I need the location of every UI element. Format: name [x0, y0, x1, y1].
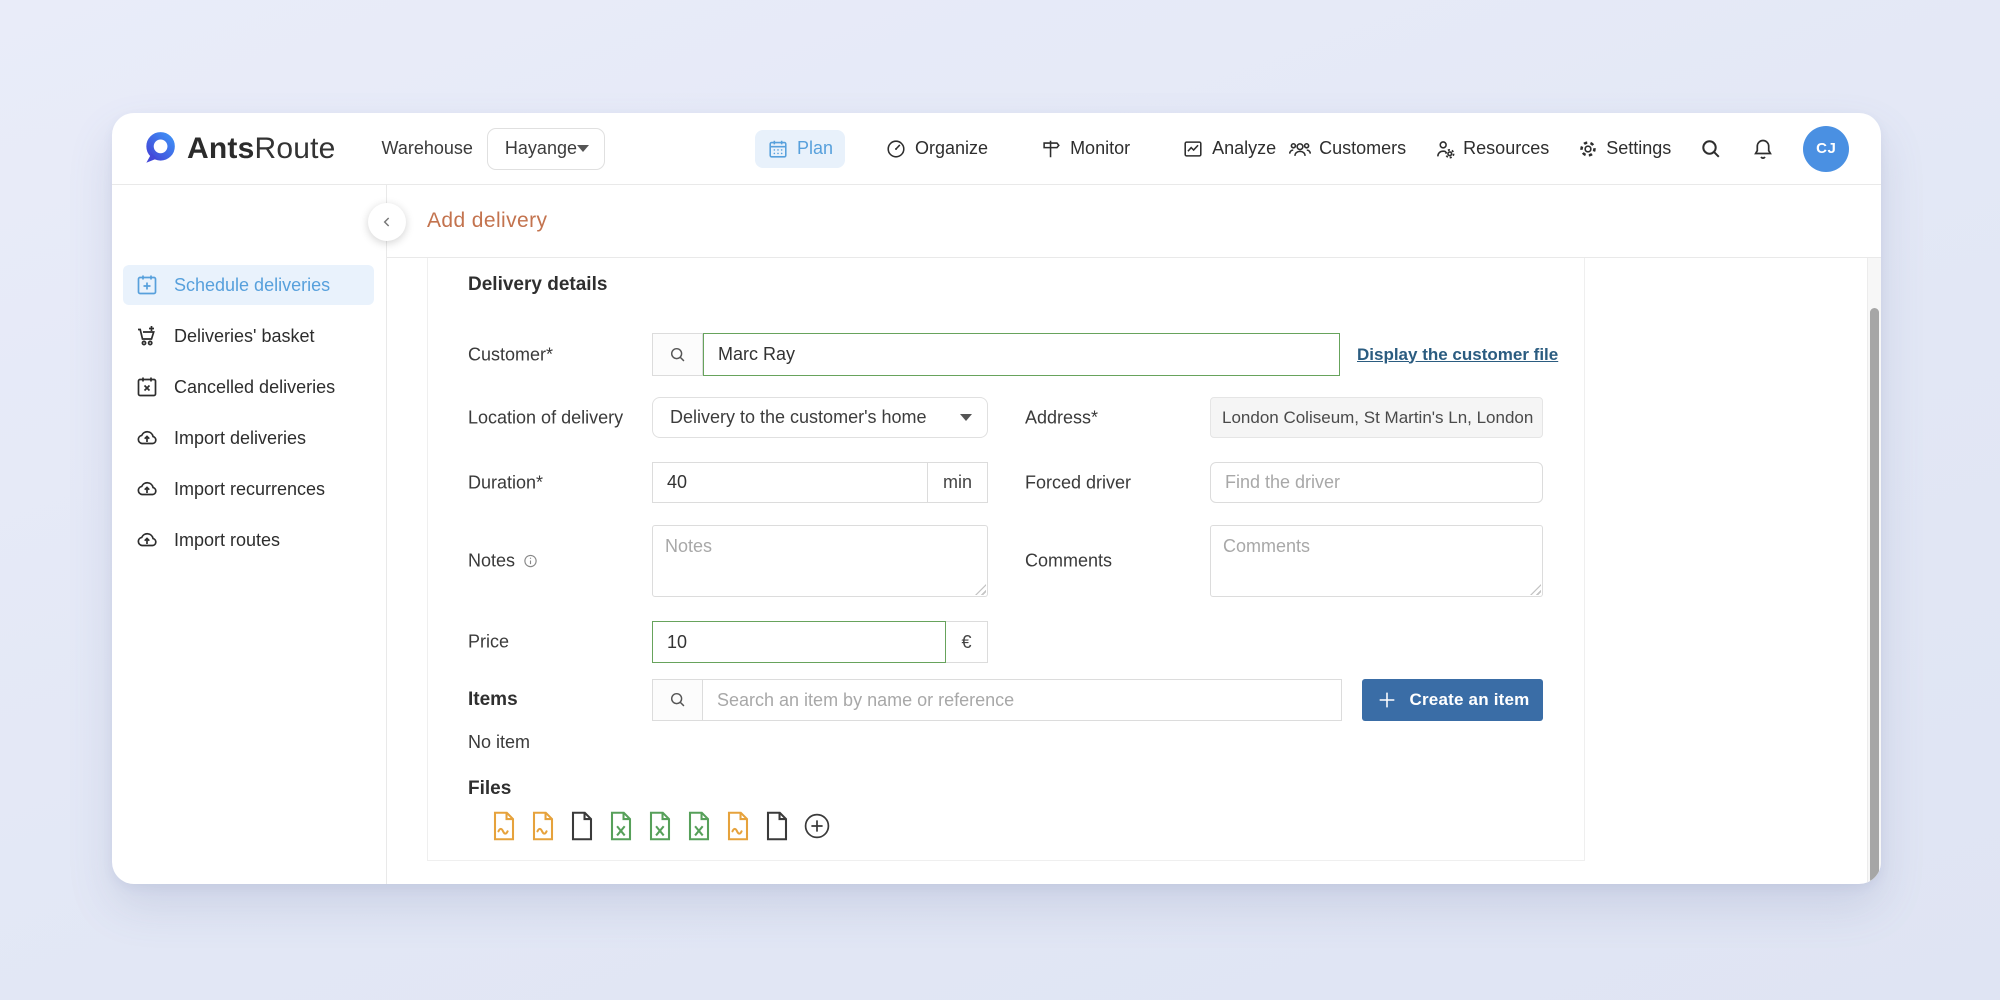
duration-label: Duration* — [468, 472, 544, 492]
comments-label: Comments — [1025, 550, 1113, 571]
address-field: London Coliseum, St Martin's Ln, London — [1210, 397, 1543, 438]
sidebar-item-schedule-deliveries[interactable]: Schedule deliveries — [123, 265, 374, 305]
no-item-text: No item — [468, 732, 531, 752]
items-row: Items Create an item — [428, 679, 1584, 721]
info-icon — [523, 554, 538, 569]
customer-row: Customer* Display the customer file — [428, 333, 1584, 376]
sidebar-item-import-routes[interactable]: Import routes — [123, 520, 374, 560]
main-nav-tabs: Plan Organize Monitor Analyze — [754, 129, 1288, 168]
location-address-row: Location of delivery Delivery to the cus… — [428, 397, 1584, 438]
address-label: Address* — [1025, 407, 1099, 427]
doc-file-icon[interactable] — [764, 811, 790, 841]
chevron-left-icon — [379, 214, 395, 230]
tab-monitor[interactable]: Monitor — [1028, 130, 1142, 168]
xls-file-icon[interactable] — [647, 811, 673, 841]
duration-unit: min — [928, 462, 988, 503]
page-title: Add delivery — [427, 209, 548, 232]
forced-driver-input[interactable] — [1210, 462, 1543, 503]
customer-input[interactable] — [703, 333, 1340, 376]
chevron-down-icon — [960, 414, 972, 421]
customer-label: Customer* — [468, 344, 554, 364]
duration-driver-row: Duration* min Forced driver — [428, 462, 1584, 503]
delivery-form-panel: Delivery details Customer* Display the c… — [427, 258, 1585, 861]
search-icon[interactable] — [1699, 137, 1723, 161]
price-currency: € — [946, 621, 988, 663]
notes-comments-row: Notes Comments — [428, 525, 1584, 597]
price-label: Price — [468, 631, 510, 652]
sidebar-item-import-deliveries[interactable]: Import deliveries — [123, 418, 374, 458]
antsroute-logo-icon — [140, 130, 178, 168]
nav-resources[interactable]: Resources — [1434, 138, 1549, 160]
forced-driver-label: Forced driver — [1025, 472, 1132, 492]
sidebar-item-deliveries-basket[interactable]: Deliveries' basket — [123, 316, 374, 356]
calendar-icon — [767, 138, 789, 160]
location-label: Location of delivery — [468, 407, 624, 427]
gauge-icon — [885, 138, 907, 160]
price-input[interactable] — [652, 621, 946, 663]
image-file-icon[interactable] — [530, 811, 556, 841]
items-label: Items — [468, 689, 518, 710]
sidebar-item-cancelled-deliveries[interactable]: Cancelled deliveries — [123, 367, 374, 407]
location-select[interactable]: Delivery to the customer's home — [652, 397, 988, 438]
add-file-icon[interactable] — [803, 812, 831, 840]
files-row — [491, 811, 831, 841]
search-icon — [652, 333, 703, 376]
doc-file-icon[interactable] — [569, 811, 595, 841]
tab-plan[interactable]: Plan — [754, 129, 846, 168]
xls-file-icon[interactable] — [608, 811, 634, 841]
xls-file-icon[interactable] — [686, 811, 712, 841]
section-title: Delivery details — [468, 274, 608, 295]
chart-icon — [1182, 138, 1204, 160]
cloud-upload-icon — [135, 477, 159, 501]
brand-name: AntsRoute — [187, 131, 336, 165]
warehouse-label: Warehouse — [381, 138, 473, 158]
comments-textarea[interactable] — [1210, 525, 1543, 597]
create-item-button[interactable]: Create an item — [1362, 679, 1543, 721]
scrollbar-track[interactable] — [1867, 258, 1881, 884]
chevron-down-icon — [576, 145, 589, 152]
nav-customers[interactable]: Customers — [1288, 138, 1406, 160]
cart-plus-icon — [135, 324, 159, 348]
top-navbar: AntsRoute Warehouse Hayange Plan Organiz… — [112, 113, 1881, 185]
gear-icon — [1577, 138, 1599, 160]
plus-icon — [1376, 689, 1398, 711]
image-file-icon[interactable] — [725, 811, 751, 841]
calendar-x-icon — [135, 375, 159, 399]
brand-logo[interactable]: AntsRoute — [140, 130, 336, 168]
notes-textarea[interactable] — [652, 525, 988, 597]
cloud-upload-icon — [135, 528, 159, 552]
nav-settings[interactable]: Settings — [1577, 138, 1671, 160]
tab-organize[interactable]: Organize — [873, 130, 1000, 168]
files-label: Files — [468, 778, 512, 799]
app-window: AntsRoute Warehouse Hayange Plan Organiz… — [112, 113, 1881, 884]
item-search-input[interactable] — [703, 679, 1342, 721]
calendar-plus-icon — [135, 273, 159, 297]
back-button[interactable] — [368, 203, 406, 241]
notes-label: Notes — [468, 551, 538, 572]
sidebar: Schedule deliveries Deliveries' basket C… — [112, 185, 387, 884]
page-header: Add delivery — [368, 185, 1881, 258]
scrollbar-thumb[interactable] — [1870, 308, 1879, 884]
tab-analyze[interactable]: Analyze — [1170, 130, 1288, 168]
sidebar-item-import-recurrences[interactable]: Import recurrences — [123, 469, 374, 509]
search-icon — [652, 679, 703, 721]
signpost-icon — [1040, 138, 1062, 160]
price-row: Price € — [428, 621, 1584, 663]
avatar[interactable]: CJ — [1803, 125, 1850, 172]
person-gear-icon — [1434, 138, 1456, 160]
customers-group-icon — [1288, 138, 1312, 160]
bell-icon[interactable] — [1751, 137, 1775, 161]
navbar-right: Customers Resources Settings CJ — [1288, 125, 1850, 172]
display-customer-file-link[interactable]: Display the customer file — [1357, 345, 1558, 365]
warehouse-select[interactable]: Hayange — [486, 127, 605, 170]
duration-input[interactable] — [652, 462, 928, 503]
cloud-upload-icon — [135, 426, 159, 450]
image-file-icon[interactable] — [491, 811, 517, 841]
